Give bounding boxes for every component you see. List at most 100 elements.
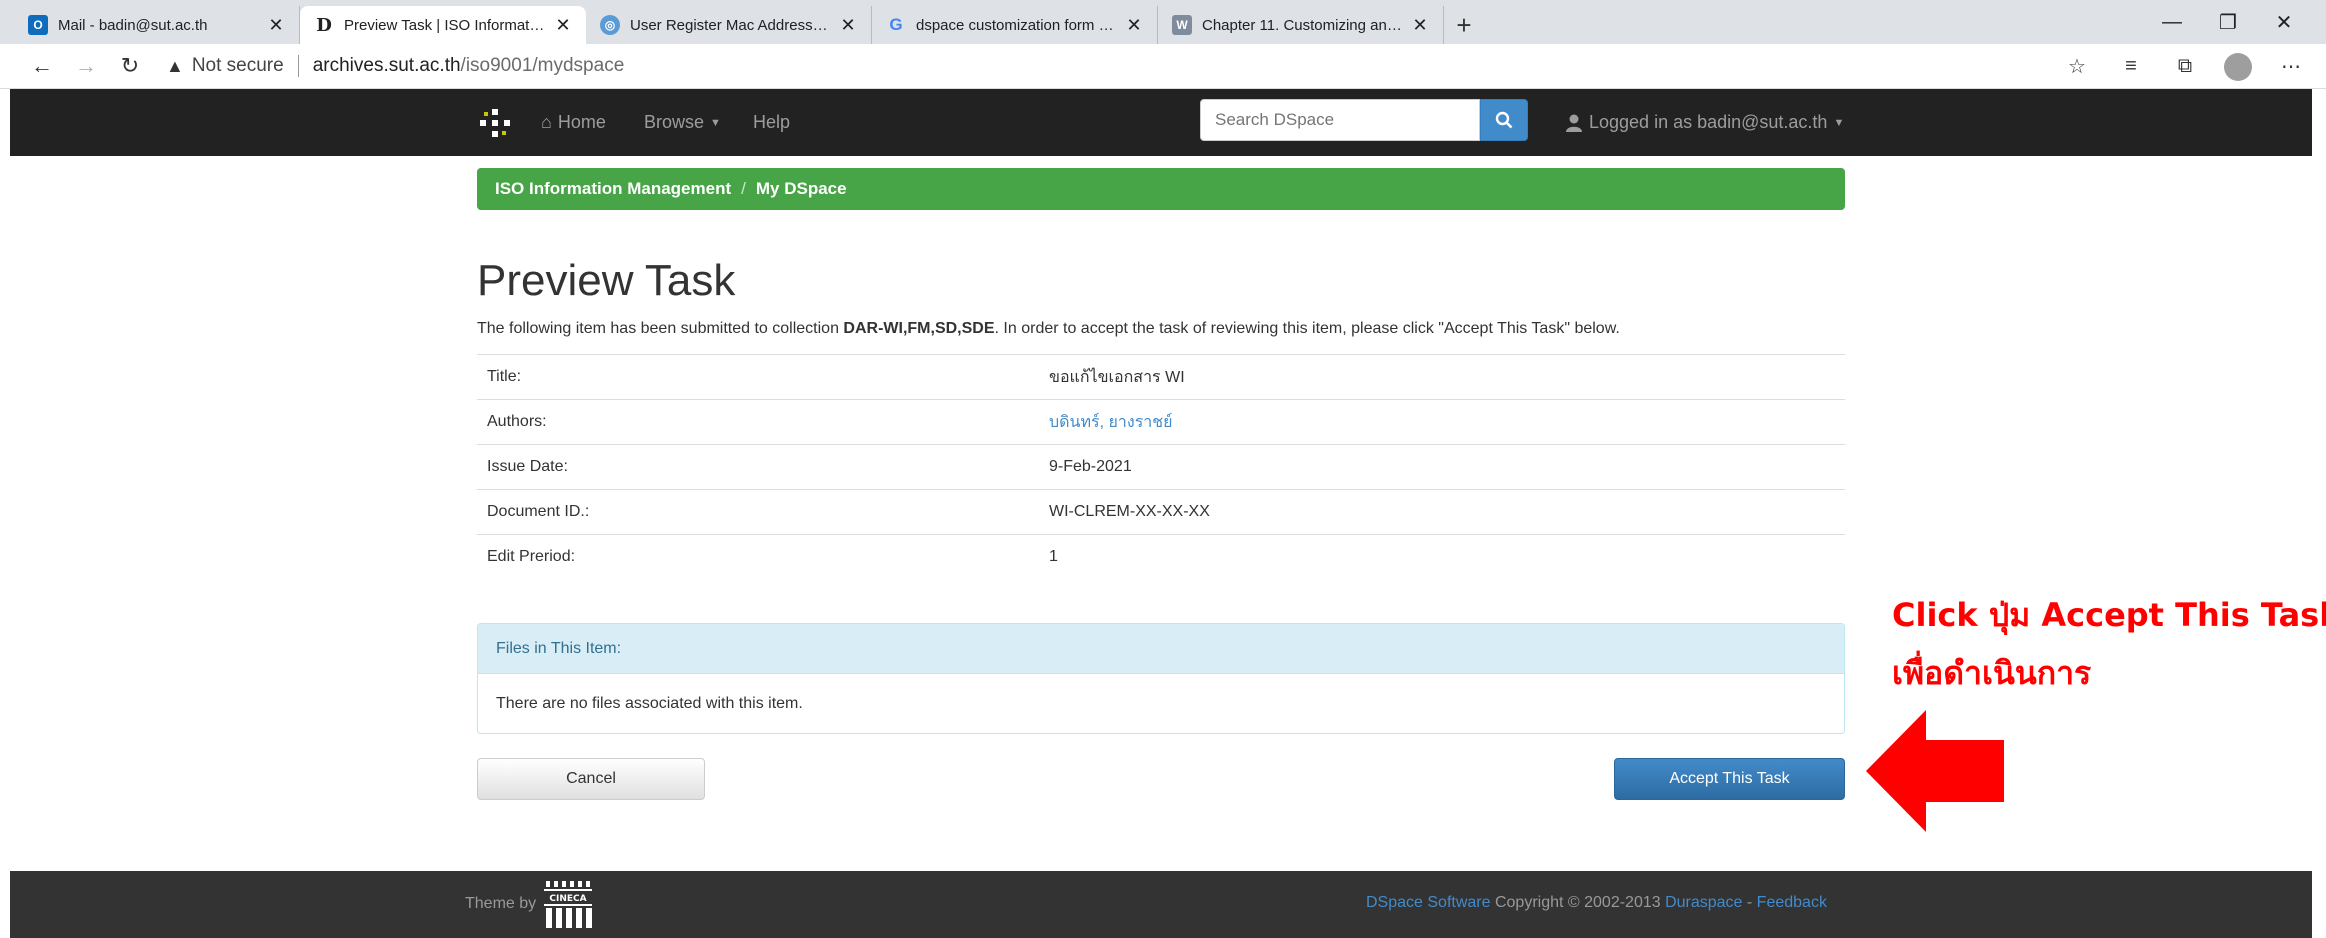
table-row: Edit Preriod: 1 [477, 534, 1845, 580]
svg-text:CINECA: CINECA [549, 894, 586, 904]
browser-tab-strip: O Mail - badin@sut.ac.th ✕ D Preview Tas… [0, 0, 2326, 44]
footer-separator: - [1742, 894, 1757, 911]
cancel-button[interactable]: Cancel [477, 758, 705, 800]
duraspace-link[interactable]: Duraspace [1665, 894, 1742, 911]
intro-after: . In order to accept the task of reviewi… [994, 320, 1620, 337]
caret-down-icon: ▼ [710, 116, 721, 129]
breadcrumb-separator: / [741, 179, 746, 198]
new-tab-button[interactable]: + [1444, 6, 1484, 44]
profile-avatar[interactable] [2224, 52, 2252, 81]
security-label: Not secure [191, 55, 284, 76]
close-icon[interactable]: ✕ [554, 15, 572, 36]
table-row: Title: ขอแก้ไขเอกสาร WI [477, 354, 1845, 400]
url-field[interactable]: ▲ Not secure archives.sut.ac.th /iso9001… [166, 48, 624, 84]
meta-value: 1 [1039, 534, 1845, 580]
meta-value: WI-CLREM-XX-XX-XX [1039, 489, 1845, 535]
red-arrow-icon [1866, 710, 2004, 832]
tab-title: dspace customization form for c [916, 16, 1117, 34]
tab-title: Chapter 11. Customizing and Co [1202, 16, 1403, 34]
collection-name: DAR-WI,FM,SD,SDE [843, 320, 995, 337]
nav-browse[interactable]: Browse ▼ [644, 89, 721, 156]
window-close-icon[interactable]: ✕ [2256, 0, 2312, 44]
favorites-icon[interactable]: ≡ [2116, 52, 2146, 82]
forward-icon[interactable]: → [64, 46, 108, 86]
globe-icon: ◎ [600, 15, 620, 35]
table-row: Document ID.: WI-CLREM-XX-XX-XX [477, 489, 1845, 535]
files-panel: Files in This Item: There are no files a… [477, 623, 1845, 734]
annotation-line-2: เพื่อดำเนินการ [1892, 654, 2092, 692]
dspace-navbar: ⌂ Home Browse ▼ Help Logged in as badin@… [10, 89, 2312, 156]
tab-title: Mail - badin@sut.ac.th [58, 16, 208, 34]
tab-user-register[interactable]: ◎ User Register Mac Address| Netw ✕ [586, 6, 872, 44]
minimize-icon[interactable]: — [2144, 0, 2200, 44]
user-icon [1566, 114, 1582, 132]
home-icon: ⌂ [541, 112, 552, 132]
add-favorite-icon[interactable]: ☆ [2062, 52, 2092, 82]
footer-copyright: DSpace Software Copyright © 2002-2013 Du… [1366, 894, 1827, 912]
table-row: Authors: บดินทร์, ยางราชย์ [477, 399, 1845, 445]
tab-chapter-11[interactable]: W Chapter 11. Customizing and Co ✕ [1158, 6, 1444, 44]
meta-label: Authors: [477, 399, 1039, 445]
user-menu[interactable]: Logged in as badin@sut.ac.th ▼ [1565, 89, 1844, 156]
search-input[interactable] [1200, 99, 1480, 141]
copyright-text: Copyright © 2002-2013 [1490, 894, 1666, 911]
url-host: archives.sut.ac.th [312, 55, 461, 76]
browser-toolbar-icons: ☆ ≡ ⧉ ⋯ [2062, 44, 2306, 89]
tab-title: Preview Task | ISO Information M [344, 16, 546, 34]
meta-value: 9-Feb-2021 [1039, 444, 1845, 490]
tab-mail[interactable]: O Mail - badin@sut.ac.th ✕ [14, 6, 300, 44]
dspace-logo-icon[interactable] [480, 109, 510, 137]
google-icon: G [889, 15, 903, 34]
outlook-icon: O [28, 15, 48, 35]
nav-help[interactable]: Help [753, 89, 790, 156]
dspace-software-link[interactable]: DSpace Software [1366, 894, 1491, 911]
omnibox-divider [297, 55, 299, 77]
address-bar: ← → ↻ ▲ Not secure archives.sut.ac.th /i… [0, 44, 2326, 89]
annotation-line-1: Click ปุ่ม Accept This Task [1892, 596, 2326, 634]
collections-icon[interactable]: ⧉ [2170, 52, 2200, 82]
footer: Theme by CINECA DSpace Software Copyrigh… [10, 871, 2312, 938]
nav-help-label: Help [753, 112, 791, 132]
nav-home[interactable]: ⌂ Home [541, 89, 606, 156]
meta-label: Document ID.: [477, 489, 1039, 535]
tab-google-search[interactable]: G dspace customization form for c ✕ [872, 6, 1158, 44]
url-path: /iso9001/mydspace [460, 55, 625, 76]
cineca-logo-icon[interactable]: CINECA [544, 879, 604, 931]
files-empty-message: There are no files associated with this … [496, 695, 803, 712]
intro-before: The following item has been submitted to… [477, 320, 844, 337]
breadcrumb: ISO Information Management / My DSpace [477, 168, 1845, 210]
theme-by-label: Theme by [465, 895, 537, 912]
intro-text: The following item has been submitted to… [477, 320, 1620, 338]
warning-icon: ▲ [166, 55, 184, 76]
feedback-link[interactable]: Feedback [1757, 894, 1827, 911]
page-title: Preview Task [477, 256, 736, 305]
tab-title: User Register Mac Address| Netw [630, 16, 831, 34]
caret-down-icon: ▼ [1833, 116, 1845, 129]
table-row: Issue Date: 9-Feb-2021 [477, 444, 1845, 490]
tab-strip-spacer [0, 6, 14, 44]
close-icon[interactable]: ✕ [1125, 15, 1143, 36]
meta-label: Issue Date: [477, 444, 1039, 490]
close-icon[interactable]: ✕ [267, 15, 285, 36]
accept-task-button[interactable]: Accept This Task [1614, 758, 1845, 800]
reload-icon[interactable]: ↻ [108, 46, 152, 86]
user-menu-label: Logged in as badin@sut.ac.th [1589, 112, 1828, 132]
nav-browse-label: Browse [644, 112, 705, 132]
more-icon[interactable]: ⋯ [2276, 52, 2306, 82]
meta-value: ขอแก้ไขเอกสาร WI [1039, 354, 1845, 400]
close-icon[interactable]: ✕ [1411, 15, 1429, 36]
restore-icon[interactable]: ❐ [2200, 0, 2256, 44]
close-icon[interactable]: ✕ [839, 15, 857, 36]
breadcrumb-item-iso[interactable]: ISO Information Management [495, 179, 731, 199]
breadcrumb-item-mydspace[interactable]: My DSpace [756, 179, 847, 199]
tab-preview-task[interactable]: D Preview Task | ISO Information M ✕ [300, 6, 586, 44]
meta-label: Edit Preriod: [477, 534, 1039, 580]
back-icon[interactable]: ← [20, 46, 64, 86]
meta-label: Title: [477, 354, 1039, 400]
author-link[interactable]: บดินทร์, ยางราชย์ [1049, 414, 1173, 431]
search-button[interactable] [1480, 99, 1528, 141]
files-heading: Files in This Item: [478, 624, 1844, 674]
search-icon [1495, 111, 1513, 129]
w-icon: W [1172, 15, 1192, 35]
meta-value: บดินทร์, ยางราชย์ [1039, 399, 1845, 445]
